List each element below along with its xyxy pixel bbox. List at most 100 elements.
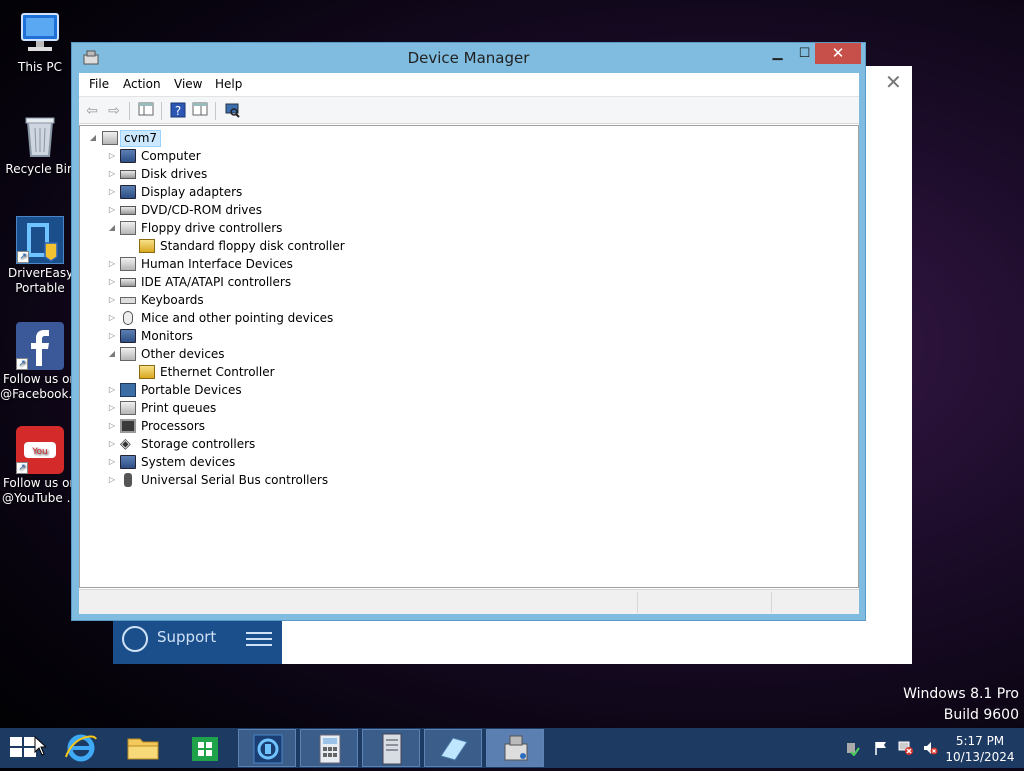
title-bar[interactable]: Device Manager ▁ ☐ ✕ (72, 43, 865, 73)
drivereasy-icon: ↗ (16, 216, 64, 264)
desktop-icon-label: Follow us on @Facebook... (0, 372, 80, 401)
show-hide-console-tree-icon[interactable] (137, 102, 155, 120)
menu-view[interactable]: View (174, 77, 202, 91)
collapsed-arrow-icon[interactable]: ▷ (107, 417, 117, 435)
collapsed-arrow-icon[interactable]: ▷ (107, 201, 117, 219)
disk-drive-icon (120, 170, 136, 179)
taskbar-server-manager[interactable] (362, 729, 420, 767)
display-adapter-icon (120, 185, 136, 199)
other-devices-icon (120, 347, 136, 361)
desktop-icon-label: DriverEasy Portable (8, 266, 74, 295)
device-tree: ◢ cvm7 ▷ Computer ▷ Disk drives ▷ Displa… (79, 125, 859, 588)
menu-bar: File Action View Help (79, 73, 859, 95)
store-icon (192, 737, 218, 761)
window-app-icon (440, 737, 468, 761)
collapsed-arrow-icon[interactable]: ▷ (107, 273, 117, 291)
network-error-icon[interactable] (898, 740, 914, 756)
device-manager-icon (504, 735, 528, 761)
collapsed-arrow-icon[interactable]: ▷ (107, 399, 117, 417)
maximize-button[interactable]: ☐ (791, 43, 818, 64)
collapsed-arrow-icon[interactable]: ▷ (107, 147, 117, 165)
taskbar-file-explorer[interactable] (114, 729, 172, 767)
collapsed-arrow-icon[interactable]: ▷ (107, 291, 117, 309)
desktop-icon-label: Recycle Bin (5, 162, 75, 176)
action-center-icon[interactable] (844, 740, 860, 757)
collapsed-arrow-icon[interactable]: ▷ (107, 327, 117, 345)
taskbar-internet-explorer[interactable] (52, 729, 110, 767)
collapsed-arrow-icon[interactable]: ▷ (107, 435, 117, 453)
mouse-cursor-icon (34, 736, 46, 756)
chat-bubble-icon (122, 626, 148, 652)
background-close-icon[interactable]: ✕ (885, 70, 902, 94)
minimize-button[interactable]: ▁ (764, 43, 791, 64)
build-text: Build 9600 (943, 707, 1019, 723)
menu-action[interactable]: Action (123, 77, 161, 91)
desktop-icon-this-pc[interactable]: This PC (0, 10, 80, 75)
scan-hardware-icon[interactable] (223, 102, 241, 120)
help-icon[interactable]: ? (169, 102, 187, 120)
mouse-icon (123, 311, 133, 325)
this-pc-icon (16, 10, 64, 58)
clock-date: 10/13/2024 (945, 750, 1015, 764)
desktop-icon-drivereasy[interactable]: ↗ DriverEasy Portable (0, 216, 80, 296)
toolbar-separator (161, 102, 162, 120)
menu-icon[interactable] (246, 632, 272, 646)
status-bar (79, 589, 859, 614)
collapsed-arrow-icon[interactable]: ▷ (107, 255, 117, 273)
menu-file[interactable]: File (89, 77, 109, 91)
desktop-icon-label: Follow us on @YouTube ... (1, 476, 79, 505)
collapsed-arrow-icon[interactable]: ▷ (107, 381, 117, 399)
warning-device-icon (139, 365, 155, 379)
calculator-icon (319, 734, 341, 764)
flag-icon[interactable] (873, 740, 889, 756)
recycle-bin-icon (16, 112, 64, 160)
hid-icon (120, 257, 136, 271)
status-cell (771, 592, 859, 613)
expanded-arrow-icon[interactable]: ◢ (107, 219, 117, 237)
collapsed-arrow-icon[interactable]: ▷ (107, 165, 117, 183)
desktop-icon-recycle-bin[interactable]: Recycle Bin (0, 112, 80, 177)
properties-icon[interactable] (191, 102, 209, 120)
shortcut-arrow-icon: ↗ (16, 358, 28, 370)
taskbar-calculator[interactable] (300, 729, 358, 767)
portable-device-icon (120, 383, 136, 397)
taskbar-device-manager[interactable] (486, 729, 544, 767)
support-label: Support (157, 628, 217, 646)
drivereasy-icon (253, 734, 283, 764)
internet-explorer-icon (65, 734, 97, 762)
desktop-icon-facebook[interactable]: ↗ Follow us on @Facebook... (0, 322, 80, 402)
menu-help[interactable]: Help (215, 77, 242, 91)
forward-arrow-icon[interactable]: ⇨ (105, 102, 123, 120)
collapsed-arrow-icon[interactable]: ▷ (107, 453, 117, 471)
taskbar-app-window[interactable] (424, 729, 482, 767)
taskbar-drivereasy[interactable] (238, 729, 296, 767)
device-manager-window: Device Manager ▁ ☐ ✕ File Action View He… (71, 42, 866, 621)
close-button[interactable]: ✕ (815, 43, 861, 64)
folder-icon (127, 738, 159, 760)
keyboard-icon (120, 297, 136, 304)
clock[interactable]: 5:17 PM 10/13/2024 (944, 733, 1016, 765)
toolbar-separator (129, 102, 130, 120)
shortcut-arrow-icon: ↗ (16, 462, 28, 474)
system-device-icon (120, 455, 136, 469)
support-panel[interactable]: Support (113, 620, 282, 664)
shortcut-arrow-icon: ↗ (17, 251, 29, 263)
monitor-icon (120, 329, 136, 343)
expanded-arrow-icon[interactable]: ◢ (107, 345, 117, 363)
desktop-icon-youtube[interactable]: You ↗ Follow us on @YouTube ... (0, 426, 80, 506)
speaker-muted-icon[interactable] (922, 740, 938, 756)
collapsed-arrow-icon[interactable]: ▷ (107, 183, 117, 201)
server-icon (382, 733, 402, 765)
desktop-icon-label: This PC (18, 60, 62, 74)
collapsed-arrow-icon[interactable]: ▷ (107, 309, 117, 327)
collapsed-arrow-icon[interactable]: ▷ (107, 471, 117, 489)
taskbar-store[interactable] (176, 729, 234, 767)
svg-text:You: You (31, 447, 48, 457)
window-client-area: File Action View Help ⇦ ⇨ ? ◢ cvm7 ▷ Com… (79, 73, 859, 614)
taskbar: 5:17 PM 10/13/2024 (0, 728, 1024, 768)
ide-controller-icon (120, 278, 136, 287)
processor-icon (120, 419, 136, 433)
back-arrow-icon[interactable]: ⇦ (83, 102, 101, 120)
expanded-arrow-icon[interactable]: ◢ (88, 129, 98, 147)
windows-edition-watermark: Windows 8.1 Pro Build 9600 (903, 684, 1019, 726)
